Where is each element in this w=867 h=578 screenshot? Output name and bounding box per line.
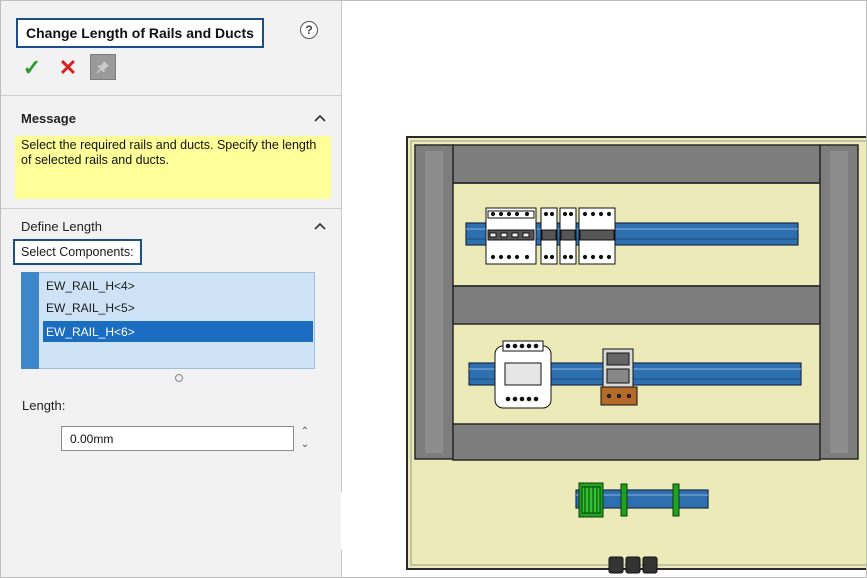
list-item-selected[interactable]: EW_RAIL_H<6> xyxy=(43,321,313,342)
message-text: Select the required rails and ducts. Spe… xyxy=(15,136,331,199)
property-manager-panel: Change Length of Rails and Ducts ? ✓ ✕ M… xyxy=(1,1,342,577)
message-section-title[interactable]: Message xyxy=(21,111,76,126)
cancel-button[interactable]: ✕ xyxy=(57,57,79,79)
list-item[interactable]: EW_RAIL_H<5> xyxy=(43,297,313,318)
resize-grip[interactable] xyxy=(175,374,183,382)
checkmark-icon: ✓ xyxy=(22,55,42,80)
pushpin-button[interactable] xyxy=(90,54,116,80)
length-value: 0.00mm xyxy=(70,431,114,446)
length-spinner[interactable]: ⌃ ⌄ xyxy=(298,426,312,451)
selection-box-indicator xyxy=(21,272,39,369)
question-circle-icon[interactable]: ? xyxy=(300,21,318,39)
chevron-up-icon[interactable] xyxy=(313,221,327,231)
graphics-viewport[interactable] xyxy=(342,1,866,577)
pushpin-icon xyxy=(96,61,109,74)
relay xyxy=(600,348,638,406)
app-window: Change Length of Rails and Ducts ? ✓ ✕ M… xyxy=(0,0,867,578)
circuit-breakers-group xyxy=(485,207,616,265)
cable-glands xyxy=(608,556,658,574)
divider xyxy=(1,95,341,96)
duct-horizontal-bottom xyxy=(452,423,821,461)
duct-horizontal-middle xyxy=(452,285,821,325)
divider xyxy=(1,208,341,209)
ok-button[interactable]: ✓ xyxy=(21,57,43,79)
chevron-up-icon[interactable] xyxy=(313,113,327,123)
list-item[interactable]: EW_RAIL_H<4> xyxy=(43,275,313,296)
close-icon: ✕ xyxy=(58,55,78,80)
spinner-up-icon[interactable]: ⌃ xyxy=(301,426,309,438)
define-length-section-title[interactable]: Define Length xyxy=(21,219,102,234)
length-label: Length: xyxy=(22,398,66,413)
feature-title: Change Length of Rails and Ducts xyxy=(16,18,264,48)
length-input[interactable]: 0.00mm xyxy=(61,426,294,451)
feature-title-text: Change Length of Rails and Ducts xyxy=(26,25,254,41)
select-components-label-text: Select Components: xyxy=(21,245,134,259)
select-components-label: Select Components: xyxy=(13,239,142,265)
spinner-down-icon[interactable]: ⌄ xyxy=(301,439,309,451)
contactor xyxy=(494,340,552,409)
cabinet-drawing xyxy=(406,136,866,574)
duct-horizontal-top xyxy=(452,144,821,184)
